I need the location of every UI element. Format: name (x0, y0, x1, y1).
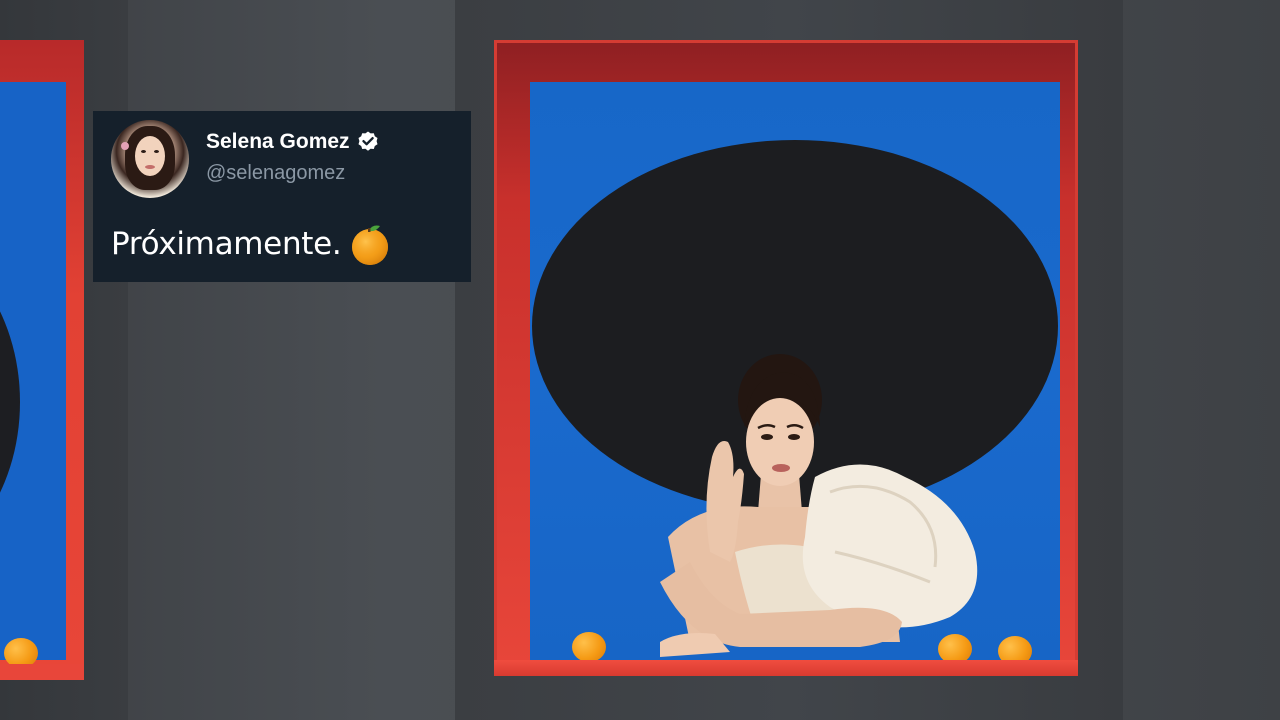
orange-fruit (998, 636, 1032, 660)
avatar-eye (141, 150, 146, 153)
display-name[interactable]: Selena Gomez (206, 130, 350, 154)
orange-fruit (938, 634, 972, 660)
avatar-flower (121, 142, 129, 150)
album-cover-scene: Selena Gomez @selenagomez Próximamente. (0, 0, 1280, 720)
orange-emoji-icon (352, 225, 389, 265)
avatar-lips (145, 165, 155, 169)
left-blue-backdrop (0, 82, 66, 660)
main-frame-ledge (494, 660, 1078, 676)
avatar[interactable] (111, 120, 189, 198)
left-window-frame (0, 40, 84, 680)
portrait-figure (660, 354, 978, 657)
verified-badge-icon (358, 131, 378, 151)
left-black-oval (0, 232, 20, 572)
left-frame-ledge (0, 664, 84, 680)
avatar-eye (154, 150, 159, 153)
blue-backdrop (530, 82, 1060, 660)
tweet-body: Próximamente. (111, 221, 393, 267)
main-window-frame (494, 40, 1078, 676)
tweet-text: Próximamente. (111, 226, 342, 262)
tweet-card[interactable]: Selena Gomez @selenagomez Próximamente. (93, 111, 471, 282)
avatar-face (135, 136, 165, 176)
orange-fruit (572, 632, 606, 660)
name-row: Selena Gomez (206, 130, 380, 154)
user-handle[interactable]: @selenagomez (206, 162, 345, 185)
